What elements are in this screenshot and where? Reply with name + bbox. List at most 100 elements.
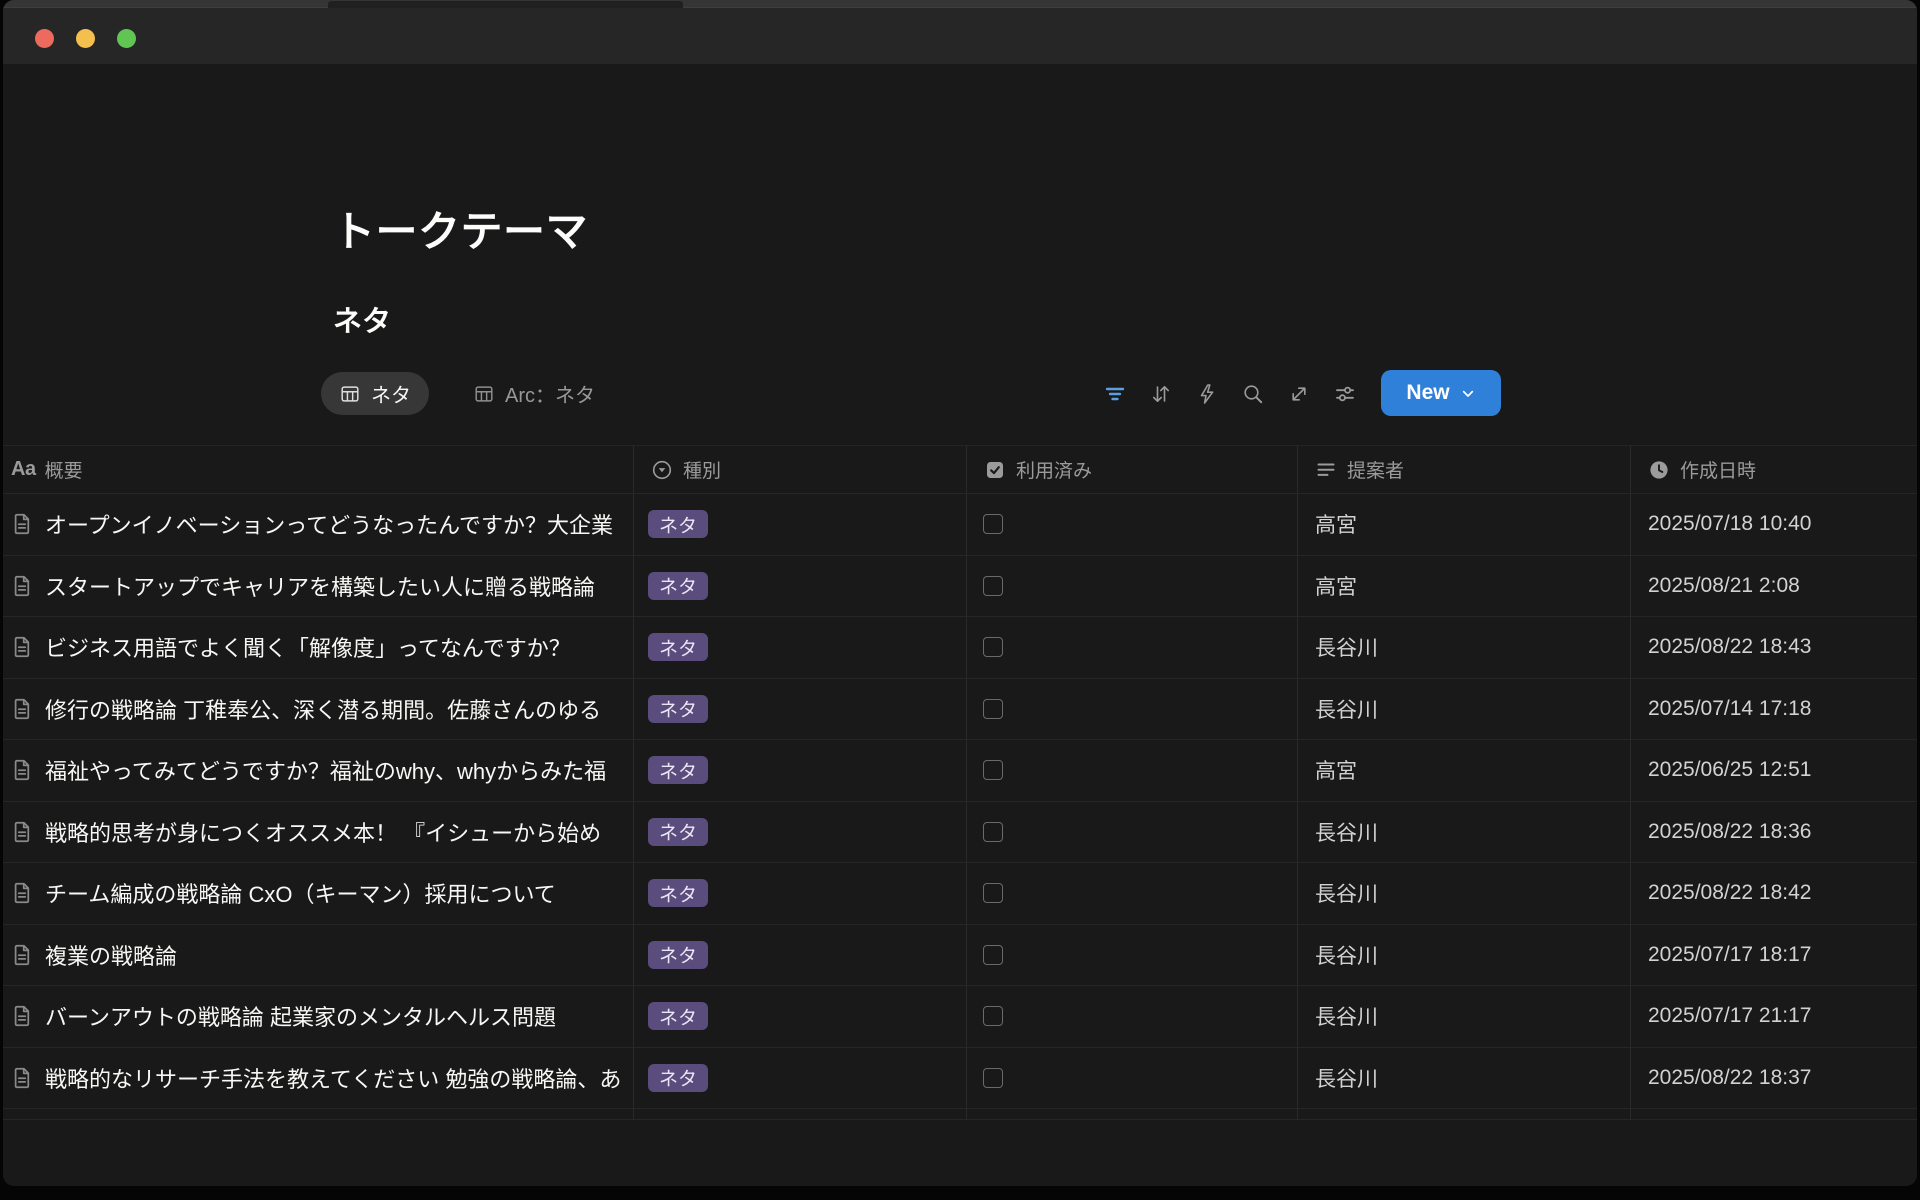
cell-created[interactable]: 2025/07/14 17:18	[1631, 679, 1917, 741]
cell-title[interactable]: 複業の戦略論	[3, 925, 634, 987]
cell-type[interactable]: ネタ	[634, 679, 967, 741]
section-heading[interactable]: ネタ	[333, 298, 391, 340]
cell-created[interactable]: 2025/07/18 10:40	[1631, 494, 1917, 556]
page-icon	[9, 696, 35, 722]
partial-cell	[3, 1109, 634, 1120]
type-tag: ネタ	[648, 510, 708, 538]
used-checkbox[interactable]	[983, 699, 1003, 719]
cell-title[interactable]: 戦略的なリサーチ手法を教えてください 勉強の戦略論、あ	[3, 1048, 634, 1110]
cell-type[interactable]: ネタ	[634, 986, 967, 1048]
table-row: チーム編成の戦略論 CxO（キーマン）採用についてネタ 長谷川2025/08/22…	[3, 863, 1917, 925]
cell-title[interactable]: スタートアップでキャリアを構築したい人に贈る戦略論	[3, 556, 634, 618]
page-icon	[9, 757, 35, 783]
used-checkbox[interactable]	[983, 822, 1003, 842]
used-checkbox[interactable]	[983, 514, 1003, 534]
type-tag: ネタ	[648, 572, 708, 600]
cell-title[interactable]: バーンアウトの戦略論 起業家のメンタルヘルス問題	[3, 986, 634, 1048]
expand-icon[interactable]	[1287, 382, 1311, 406]
lightning-icon[interactable]	[1195, 382, 1219, 406]
cell-created[interactable]: 2025/08/22 18:37	[1631, 1048, 1917, 1110]
new-button[interactable]: New	[1381, 370, 1501, 416]
cell-proposer[interactable]: 長谷川	[1298, 863, 1631, 925]
row-title-text: スタートアップでキャリアを構築したい人に贈る戦略論	[45, 570, 595, 602]
cell-created[interactable]: 2025/08/22 18:43	[1631, 617, 1917, 679]
cell-type[interactable]: ネタ	[634, 863, 967, 925]
table-header-row: Aa概要 種別 利用済み 提案者 作成日時	[3, 445, 1917, 494]
cell-created[interactable]: 2025/08/21 2:08	[1631, 556, 1917, 618]
cell-title[interactable]: ビジネス用語でよく聞く「解像度」ってなんですか？	[3, 617, 634, 679]
cell-used	[967, 925, 1298, 987]
cell-title[interactable]: チーム編成の戦略論 CxO（キーマン）採用について	[3, 863, 634, 925]
cell-proposer[interactable]: 長谷川	[1298, 679, 1631, 741]
used-checkbox[interactable]	[983, 760, 1003, 780]
cell-title[interactable]: 福祉やってみてどうですか？福祉のwhy、whyからみた福	[3, 740, 634, 802]
cell-title[interactable]: オープンイノベーションってどうなったんですか？大企業	[3, 494, 634, 556]
used-checkbox[interactable]	[983, 945, 1003, 965]
filter-icon[interactable]	[1103, 382, 1127, 406]
type-tag: ネタ	[648, 941, 708, 969]
cell-proposer[interactable]: 高宮	[1298, 556, 1631, 618]
cell-proposer[interactable]: 高宮	[1298, 494, 1631, 556]
cell-proposer[interactable]: 長谷川	[1298, 802, 1631, 864]
cell-created[interactable]: 2025/07/17 21:17	[1631, 986, 1917, 1048]
table-row: 戦略的なリサーチ手法を教えてください 勉強の戦略論、あネタ 長谷川2025/08/…	[3, 1048, 1917, 1110]
cell-type[interactable]: ネタ	[634, 556, 967, 618]
table-row: オープンイノベーションってどうなったんですか？大企業ネタ 高宮2025/07/18…	[3, 494, 1917, 556]
cell-created[interactable]: 2025/06/25 12:51	[1631, 740, 1917, 802]
row-title-text: 戦略的なリサーチ手法を教えてください 勉強の戦略論、あ	[45, 1062, 621, 1094]
type-tag: ネタ	[648, 879, 708, 907]
used-checkbox[interactable]	[983, 637, 1003, 657]
table-row-partial	[3, 1109, 1917, 1120]
column-header-1[interactable]: Aa概要	[3, 446, 634, 494]
used-checkbox[interactable]	[983, 883, 1003, 903]
used-checkbox[interactable]	[983, 1068, 1003, 1088]
cell-proposer[interactable]: 長谷川	[1298, 925, 1631, 987]
sliders-icon[interactable]	[1333, 382, 1357, 406]
column-header-label: 種別	[683, 456, 721, 483]
zoom-button[interactable]	[117, 29, 136, 48]
column-header-4[interactable]: 提案者	[1298, 446, 1631, 494]
cell-type[interactable]: ネタ	[634, 617, 967, 679]
cell-type[interactable]: ネタ	[634, 740, 967, 802]
column-header-label: 提案者	[1347, 456, 1404, 483]
cell-type[interactable]: ネタ	[634, 1048, 967, 1110]
cell-type[interactable]: ネタ	[634, 802, 967, 864]
sort-icon[interactable]	[1149, 382, 1173, 406]
cell-title[interactable]: 戦略的思考が身につくオススメ本！ 『イシューから始め	[3, 802, 634, 864]
cell-title[interactable]: 修行の戦略論 丁稚奉公、深く潜る期間。佐藤さんのゆる	[3, 679, 634, 741]
table-row: 修行の戦略論 丁稚奉公、深く潜る期間。佐藤さんのゆるネタ 長谷川2025/07/1…	[3, 679, 1917, 741]
cell-proposer[interactable]: 長谷川	[1298, 986, 1631, 1048]
window-top-strip-segment	[328, 1, 683, 8]
table-row: スタートアップでキャリアを構築したい人に贈る戦略論 ネタ 高宮2025/08/21 …	[3, 556, 1917, 618]
cell-created[interactable]: 2025/08/22 18:42	[1631, 863, 1917, 925]
cell-type[interactable]: ネタ	[634, 494, 967, 556]
column-header-label: 概要	[45, 456, 83, 483]
type-tag: ネタ	[648, 695, 708, 723]
database-table: Aa概要種別利用済み提案者作成日時オープンイノベーションってどうなったんですか？…	[3, 445, 1917, 1120]
table-row: 複業の戦略論ネタ 長谷川2025/07/17 18:17	[3, 925, 1917, 987]
chevron-down-icon[interactable]	[1460, 386, 1476, 402]
cell-proposer[interactable]: 高宮	[1298, 740, 1631, 802]
cell-created[interactable]: 2025/07/17 18:17	[1631, 925, 1917, 987]
cell-created[interactable]: 2025/08/22 18:36	[1631, 802, 1917, 864]
view-tab-neta[interactable]: ネタ	[321, 372, 429, 415]
column-header-5[interactable]: 作成日時	[1631, 446, 1917, 494]
cell-used	[967, 1048, 1298, 1110]
search-icon[interactable]	[1241, 382, 1265, 406]
cell-type[interactable]: ネタ	[634, 925, 967, 987]
type-tag: ネタ	[648, 1064, 708, 1092]
close-button[interactable]	[35, 29, 54, 48]
view-tab-arc-neta[interactable]: Arc：ネタ	[455, 372, 613, 415]
used-checkbox[interactable]	[983, 576, 1003, 596]
cell-proposer[interactable]: 長谷川	[1298, 1048, 1631, 1110]
minimize-button[interactable]	[76, 29, 95, 48]
clock-icon	[1647, 458, 1671, 482]
cell-used	[967, 494, 1298, 556]
page-title[interactable]: トークテーマ	[333, 198, 588, 259]
app-window: トークテーマ ネタ ネタ Arc：ネタ New Aa概要 種別 利用済み 提案者 作成日…	[3, 0, 1917, 1186]
used-checkbox[interactable]	[983, 1006, 1003, 1026]
column-header-2[interactable]: 種別	[634, 446, 967, 494]
column-header-3[interactable]: 利用済み	[967, 446, 1298, 494]
cell-proposer[interactable]: 長谷川	[1298, 617, 1631, 679]
partial-cell	[634, 1109, 967, 1120]
